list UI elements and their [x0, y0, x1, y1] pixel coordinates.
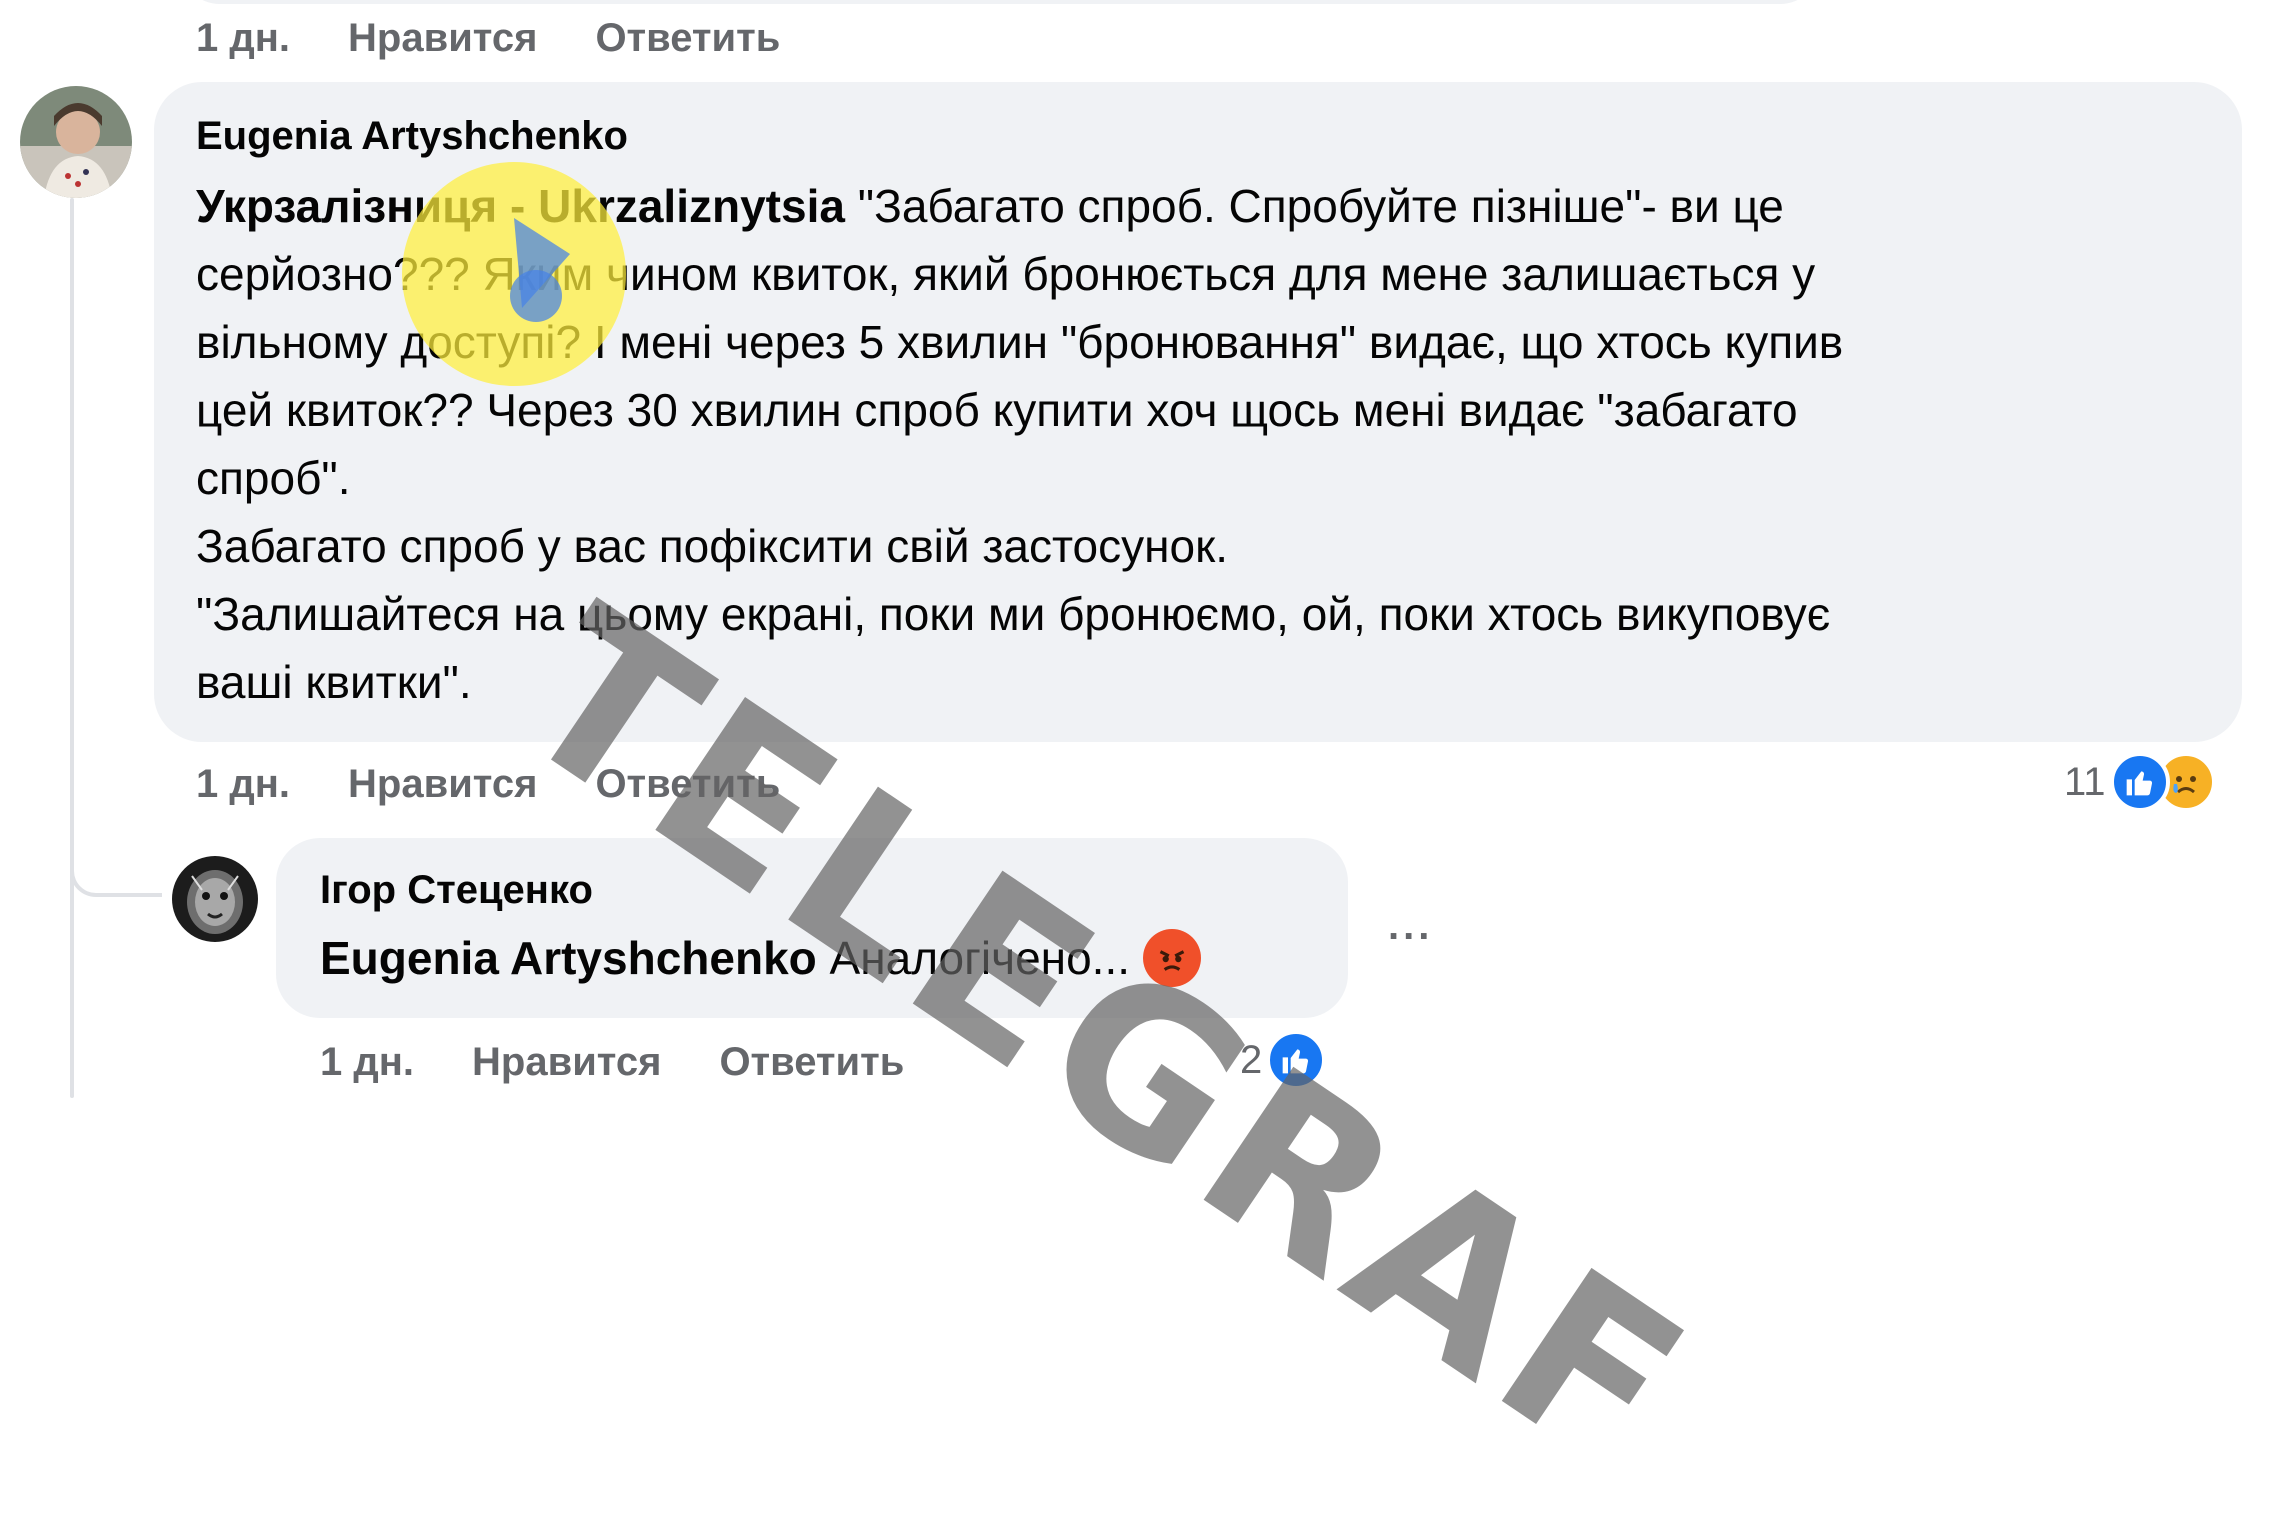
reaction-count: 11	[2064, 759, 2106, 804]
comment-line-1: Укрзалізниця - Ukrzaliznytsia "Забагато …	[196, 172, 2226, 240]
comment-time[interactable]: 1 дн.	[196, 762, 290, 807]
comment-line-3: вільному доступі? І мені через 5 хвилин …	[196, 316, 1844, 368]
comment-line-4: цей квиток?? Через 30 хвилин спроб купит…	[196, 384, 1798, 436]
comment-line-5: спроб".	[196, 452, 351, 504]
previous-comment-bubble	[180, 0, 1820, 4]
reaction-summary[interactable]: 2	[1240, 1030, 1327, 1090]
reply-button[interactable]: Ответить	[719, 1040, 904, 1085]
angry-face-icon	[1142, 928, 1201, 987]
mention-link[interactable]: Укрзалізниця - Ukrzaliznytsia	[196, 180, 845, 232]
comment-line-2: серйозно??? Яким чином квиток, який брон…	[196, 248, 1816, 300]
avatar[interactable]	[172, 856, 258, 942]
reply-connector	[70, 780, 162, 897]
reply-time[interactable]: 1 дн.	[320, 1040, 414, 1085]
avatar[interactable]	[20, 86, 132, 198]
comment-bubble: Eugenia Artyshchenko Укрзалізниця - Ukrz…	[154, 82, 2242, 742]
reply-author[interactable]: Ігор Стеценко	[320, 868, 593, 913]
reply-text: Eugenia Artyshchenko Аналогічено...	[320, 924, 1201, 992]
like-button[interactable]: Нравится	[348, 762, 537, 807]
reply-button[interactable]: Ответить	[595, 16, 780, 61]
comment-author[interactable]: Eugenia Artyshchenko	[196, 114, 628, 159]
like-button[interactable]: Нравится	[472, 1040, 661, 1085]
comment-line-8: ваші квитки".	[196, 656, 472, 708]
mention-link[interactable]: Eugenia Artyshchenko	[320, 932, 817, 984]
reply-actions: 1 дн. Нравится Ответить	[320, 1040, 904, 1085]
reaction-summary[interactable]: 11	[2064, 752, 2216, 812]
more-options-button[interactable]: ...	[1388, 904, 1433, 949]
thread-line	[70, 198, 74, 1098]
reaction-count: 2	[1240, 1037, 1263, 1082]
previous-comment-actions: 1 дн. Нравится Ответить	[196, 16, 780, 61]
comment-actions: 1 дн. Нравится Ответить	[196, 762, 780, 807]
avatar-photo	[20, 86, 132, 198]
comment-line-7: "Залишайтеся на цьому екрані, поки ми бр…	[196, 588, 1831, 640]
thumbs-up-icon	[2109, 752, 2170, 812]
comment-line-1-text: "Забагато спроб. Спробуйте пізніше"- ви …	[844, 180, 1784, 232]
reply-bubble: Ігор Стеценко Eugenia Artyshchenko Анало…	[276, 838, 1348, 1018]
reply-button[interactable]: Ответить	[595, 762, 780, 807]
reply-text-content: Аналогічено...	[816, 932, 1143, 984]
comment-time[interactable]: 1 дн.	[196, 16, 290, 61]
comment-line-6: Забагато спроб у вас пофіксити свій заст…	[196, 520, 1229, 572]
like-button[interactable]: Нравится	[348, 16, 537, 61]
avatar-photo	[172, 856, 258, 942]
thumbs-up-icon	[1266, 1030, 1327, 1090]
comment-text: Укрзалізниця - Ukrzaliznytsia "Забагато …	[196, 172, 2226, 716]
